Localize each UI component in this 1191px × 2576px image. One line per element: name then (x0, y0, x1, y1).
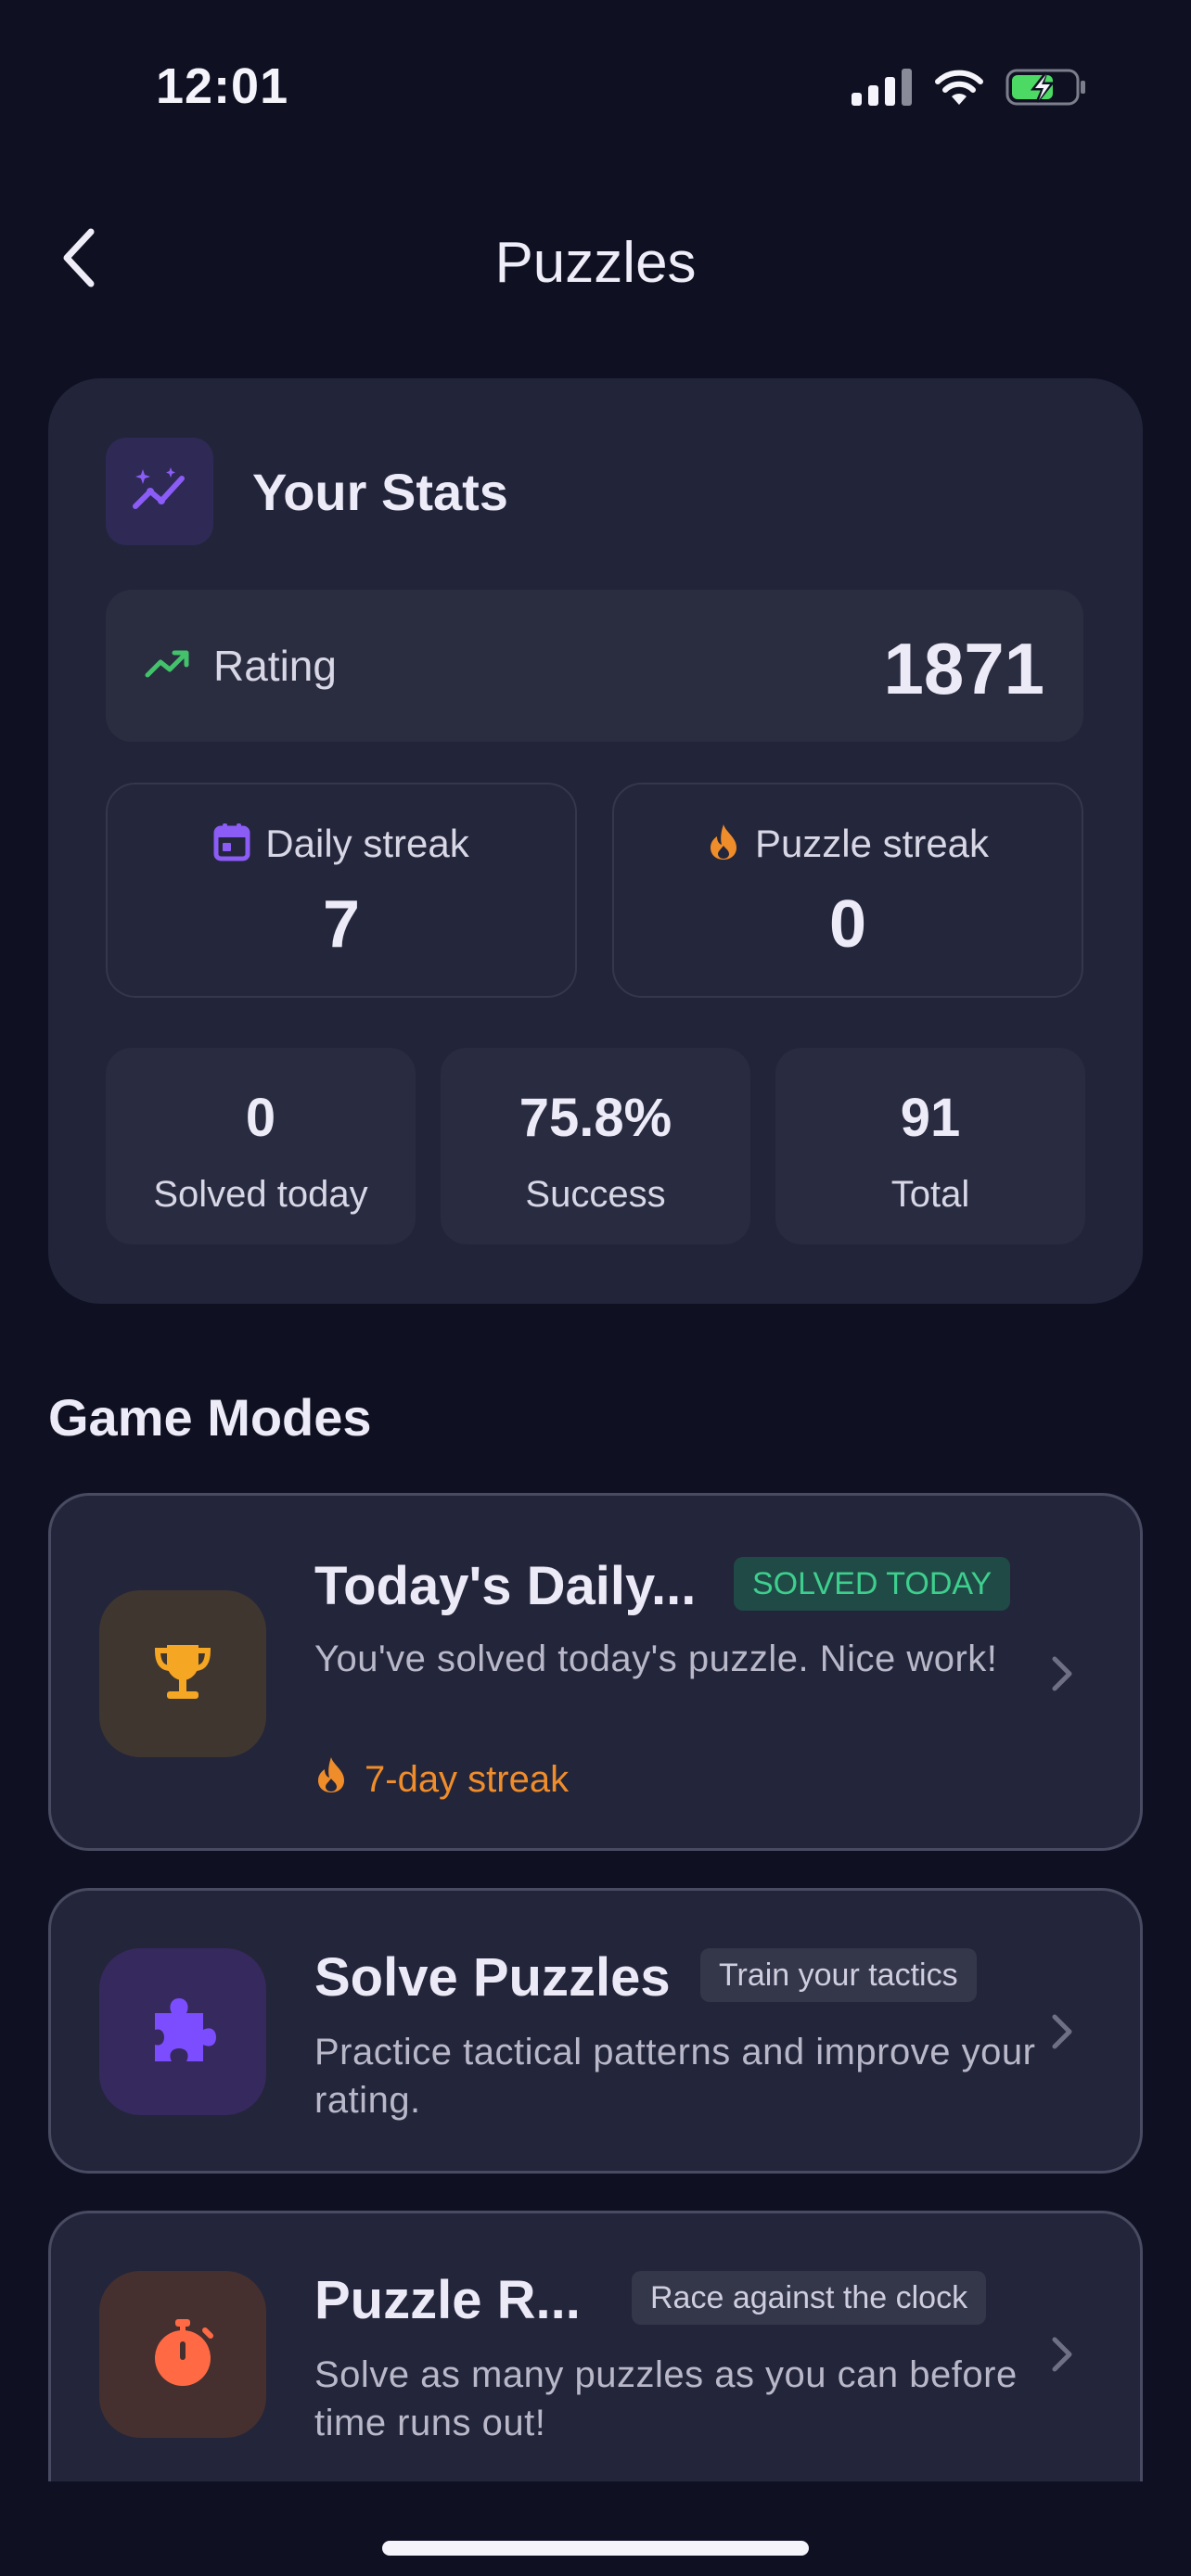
daily-streak-label: Daily streak (265, 822, 469, 865)
solved-today-value: 0 (245, 1088, 276, 1148)
stats-header: Your Stats (106, 438, 508, 545)
mode-title: Today's Daily... (314, 1556, 697, 1616)
daily-streak-box: Daily streak 7 (106, 783, 577, 998)
trophy-icon (150, 1639, 215, 1709)
status-time: 12:01 (156, 58, 289, 114)
stats-title: Your Stats (252, 462, 508, 521)
page-title: Puzzles (494, 231, 697, 295)
solved-today-box: 0 Solved today (106, 1048, 416, 1244)
daily-streak-value: 7 (322, 887, 361, 962)
mode-title: Puzzle R... (314, 2270, 581, 2330)
mode-description: Practice tactical patterns and improve y… (314, 2032, 1036, 2121)
total-value: 91 (900, 1088, 961, 1148)
total-label: Total (890, 1174, 970, 1215)
solve-puzzles-card[interactable]: Solve Puzzles Train your tactics Practic… (48, 1888, 1143, 2174)
signal-icon (852, 69, 913, 110)
trending-sparkle-icon (130, 464, 189, 520)
status-icons (852, 67, 1087, 112)
success-label: Success (525, 1174, 666, 1215)
mode-icon-box (99, 2271, 266, 2438)
mode-icon-box (99, 1590, 266, 1757)
success-box: 75.8% Success (441, 1048, 750, 1244)
stopwatch-icon (149, 2317, 216, 2392)
rating-value: 1871 (883, 628, 1044, 709)
mode-badge: Race against the clock (632, 2271, 987, 2325)
stats-card: Your Stats Rating 1871 Daily streak 7 Pu… (48, 378, 1143, 1304)
home-indicator[interactable] (382, 2541, 809, 2556)
battery-charging-icon (1005, 67, 1087, 112)
solved-today-label: Solved today (153, 1174, 368, 1215)
mode-icon-box (99, 1948, 266, 2115)
stats-icon-box (106, 438, 213, 545)
trending-up-icon (145, 649, 189, 683)
bottom-safe-area (0, 2481, 1191, 2576)
chevron-right-icon (1044, 2327, 1081, 2382)
mode-badge: Train your tactics (700, 1948, 977, 2002)
rating-label: Rating (213, 642, 337, 690)
status-badge: SOLVED TODAY (734, 1557, 1011, 1611)
streak-line: 7-day streak (314, 1755, 569, 1804)
puzzle-streak-value: 0 (828, 887, 867, 962)
flame-icon (707, 823, 740, 866)
chevron-right-icon (1044, 2004, 1081, 2060)
game-modes-title: Game Modes (48, 1388, 372, 1447)
wifi-icon (933, 68, 985, 111)
chevron-right-icon (1044, 1646, 1081, 1702)
rating-row: Rating 1871 (106, 590, 1083, 742)
streak-text: 7-day streak (365, 1758, 570, 1800)
flame-icon (314, 1755, 348, 1804)
puzzle-piece-icon (147, 1995, 218, 2070)
mode-description: You've solved today's puzzle. Nice work! (314, 1639, 998, 1679)
success-value: 75.8% (519, 1088, 672, 1148)
nav-bar: Puzzles (0, 223, 1191, 297)
mode-title: Solve Puzzles (314, 1947, 671, 2008)
daily-puzzle-card[interactable]: Today's Daily... SOLVED TODAY You've sol… (48, 1493, 1143, 1851)
status-bar: 12:01 (0, 0, 1191, 176)
total-box: 91 Total (775, 1048, 1085, 1244)
mode-description: Solve as many puzzles as you can before … (314, 2354, 1018, 2443)
calendar-icon (213, 823, 250, 866)
puzzle-rush-card[interactable]: Puzzle R... Race against the clock Solve… (48, 2211, 1143, 2526)
puzzle-streak-label: Puzzle streak (754, 822, 990, 865)
puzzle-streak-box: Puzzle streak 0 (612, 783, 1083, 998)
